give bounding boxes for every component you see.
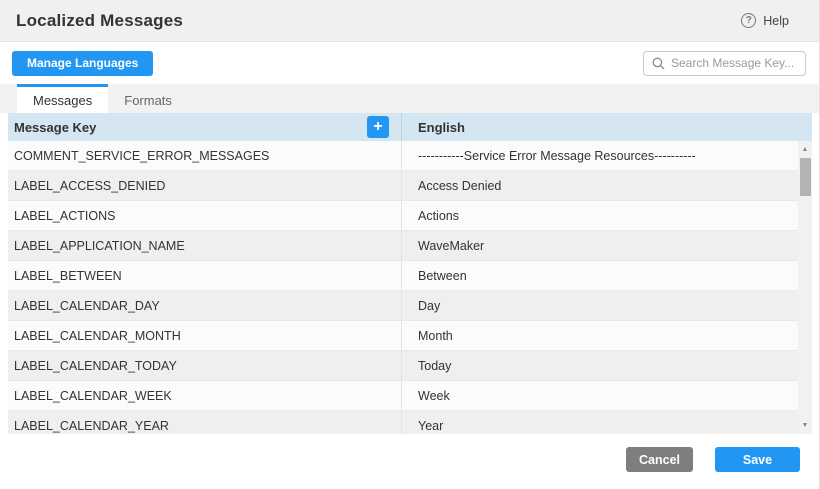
message-key-cell[interactable]: COMMENT_SERVICE_ERROR_MESSAGES: [8, 141, 401, 170]
manage-languages-button[interactable]: Manage Languages: [12, 51, 153, 76]
message-key-cell[interactable]: LABEL_CALENDAR_YEAR: [8, 411, 401, 434]
search-input[interactable]: [671, 56, 797, 70]
message-key-cell[interactable]: LABEL_CALENDAR_WEEK: [8, 381, 401, 410]
english-value-cell[interactable]: Week: [401, 381, 798, 410]
english-value-cell[interactable]: -----------Service Error Message Resourc…: [401, 141, 798, 170]
dialog-header: Localized Messages ? Help: [0, 0, 819, 42]
table-row[interactable]: LABEL_ACCESS_DENIEDAccess Denied: [8, 171, 798, 201]
english-value-cell[interactable]: Access Denied: [401, 171, 798, 200]
table-row[interactable]: LABEL_BETWEENBetween: [8, 261, 798, 291]
english-value-cell[interactable]: Year: [401, 411, 798, 434]
table-row[interactable]: LABEL_CALENDAR_DAYDay: [8, 291, 798, 321]
vertical-scrollbar[interactable]: ▲ ▼: [798, 141, 812, 434]
scroll-up-icon[interactable]: ▲: [802, 141, 809, 158]
message-key-cell[interactable]: LABEL_BETWEEN: [8, 261, 401, 290]
messages-table: Message Key + English COMMENT_SERVICE_ER…: [8, 113, 812, 434]
english-value-cell[interactable]: Month: [401, 321, 798, 350]
dialog-footer: Cancel Save: [0, 434, 819, 472]
table-header: Message Key + English: [8, 113, 812, 141]
english-value-cell[interactable]: Day: [401, 291, 798, 320]
message-key-cell[interactable]: LABEL_CALENDAR_MONTH: [8, 321, 401, 350]
column-header-english: English: [401, 113, 812, 141]
message-key-cell[interactable]: LABEL_APPLICATION_NAME: [8, 231, 401, 260]
scroll-down-icon[interactable]: ▼: [802, 417, 809, 434]
english-value-cell[interactable]: Actions: [401, 201, 798, 230]
search-box[interactable]: [643, 51, 806, 76]
english-value-cell[interactable]: Today: [401, 351, 798, 380]
message-key-cell[interactable]: LABEL_CALENDAR_TODAY: [8, 351, 401, 380]
message-key-column-label: Message Key: [14, 120, 96, 135]
table-row[interactable]: COMMENT_SERVICE_ERROR_MESSAGES----------…: [8, 141, 798, 171]
english-column-label: English: [418, 120, 465, 135]
tab-bar: Messages Formats: [0, 84, 819, 113]
table-row[interactable]: LABEL_CALENDAR_WEEKWeek: [8, 381, 798, 411]
tab-formats[interactable]: Formats: [108, 84, 188, 113]
table-row[interactable]: LABEL_ACTIONSActions: [8, 201, 798, 231]
help-button[interactable]: ? Help: [741, 13, 789, 28]
localized-messages-dialog: Localized Messages ? Help Manage Languag…: [0, 0, 820, 489]
cancel-button[interactable]: Cancel: [626, 447, 693, 472]
table-body: COMMENT_SERVICE_ERROR_MESSAGES----------…: [8, 141, 812, 434]
help-label: Help: [763, 14, 789, 28]
table-row[interactable]: LABEL_APPLICATION_NAMEWaveMaker: [8, 231, 798, 261]
message-key-cell[interactable]: LABEL_ACCESS_DENIED: [8, 171, 401, 200]
message-key-cell[interactable]: LABEL_ACTIONS: [8, 201, 401, 230]
english-value-cell[interactable]: Between: [401, 261, 798, 290]
message-key-cell[interactable]: LABEL_CALENDAR_DAY: [8, 291, 401, 320]
table-row[interactable]: LABEL_CALENDAR_MONTHMonth: [8, 321, 798, 351]
add-message-key-button[interactable]: +: [367, 116, 389, 138]
table-row[interactable]: LABEL_CALENDAR_TODAYToday: [8, 351, 798, 381]
save-button[interactable]: Save: [715, 447, 800, 472]
toolbar: Manage Languages: [0, 42, 819, 84]
table-row[interactable]: LABEL_CALENDAR_YEARYear: [8, 411, 798, 434]
search-icon: [652, 57, 665, 70]
column-header-message-key: Message Key +: [8, 113, 401, 141]
page-title: Localized Messages: [16, 11, 183, 31]
english-value-cell[interactable]: WaveMaker: [401, 231, 798, 260]
help-icon: ?: [741, 13, 756, 28]
scrollbar-thumb[interactable]: [800, 158, 811, 196]
tab-messages[interactable]: Messages: [17, 84, 108, 113]
